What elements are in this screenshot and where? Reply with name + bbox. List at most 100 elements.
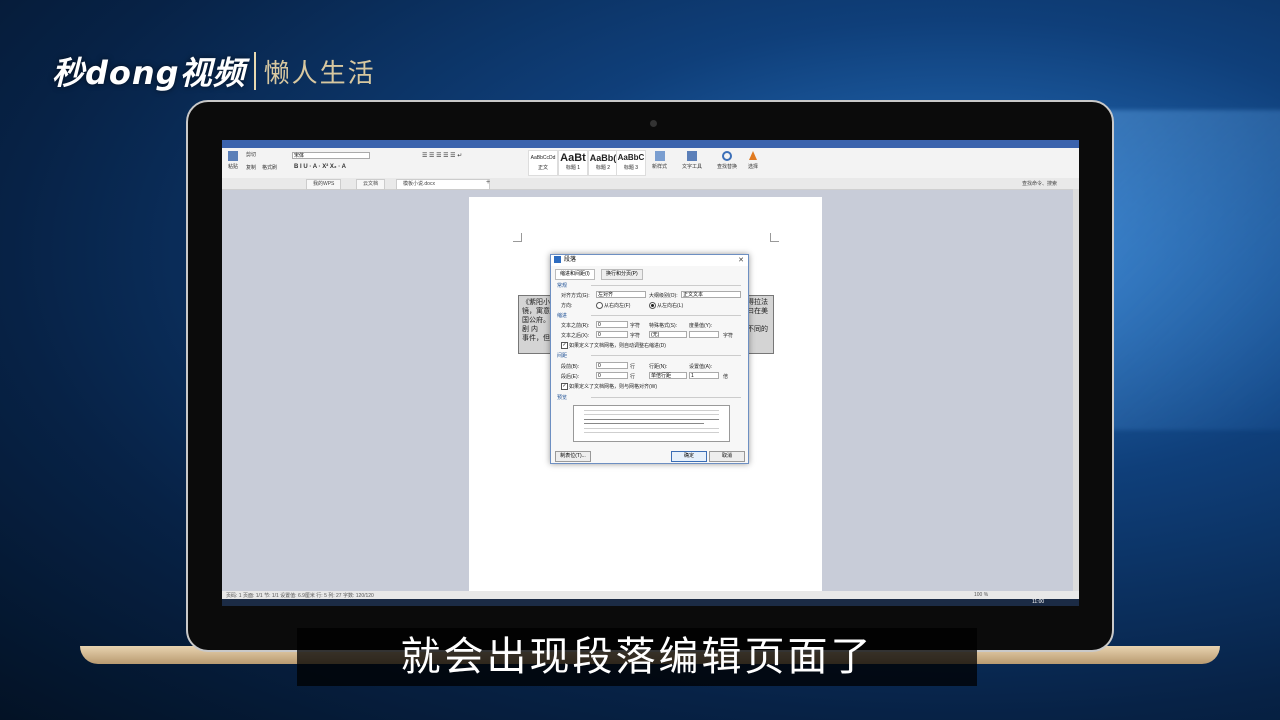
tabs-button[interactable]: 制表位(T)...: [555, 451, 591, 462]
find-replace-button[interactable]: 查找替换: [717, 151, 737, 170]
background-glow: [1090, 110, 1280, 430]
cut-button[interactable]: 剪切: [246, 151, 256, 158]
line-spacing-label: 行距(N):: [649, 364, 668, 370]
text-tools-button[interactable]: 文字工具: [682, 151, 702, 170]
unit-line[interactable]: 行: [630, 373, 635, 380]
section-preview: 预览: [557, 395, 568, 401]
outline-level-label: 大纲级别(O):: [649, 293, 678, 299]
style-name: 正文: [537, 165, 548, 171]
new-style-label: 新样式: [652, 164, 668, 170]
measure-label: 度量值(Y):: [689, 323, 713, 329]
paste-button[interactable]: 粘贴: [228, 151, 238, 170]
wps-app-icon: [554, 255, 561, 263]
status-bar: 页码: 1 页面: 1/1 节: 1/1 设置值: 6.9厘米 行: 5 列: …: [222, 591, 1079, 599]
dialog-title: 段落: [564, 257, 577, 263]
divider: [591, 285, 741, 286]
style-heading-3[interactable]: AaBbC 标题 3: [616, 150, 646, 176]
unit-times: 倍: [723, 374, 729, 380]
textbox-line: 事件，但: [522, 335, 550, 342]
unit-char[interactable]: 字符: [630, 322, 640, 329]
set-value-input[interactable]: 1: [689, 372, 719, 379]
preview-line: [584, 414, 719, 415]
crop-mark: [513, 233, 522, 242]
style-name: 标题 2: [595, 165, 611, 171]
ribbon-toolbar: 粘贴 剪切 复制 格式刷 宋体 B I U · A · X² X₂ · A ☰ …: [222, 148, 1079, 179]
style-sample: AaBbCcDd: [530, 155, 556, 161]
snap-grid-checkbox[interactable]: ✓: [561, 383, 568, 390]
direction-label: 方向:: [561, 303, 573, 309]
style-heading-2[interactable]: AaBb( 标题 2: [588, 150, 618, 176]
brand-divider: [253, 52, 256, 90]
alignment-select[interactable]: 左对齐: [596, 291, 646, 298]
unit-char[interactable]: 字符: [630, 332, 640, 339]
ribbon-tab-bar[interactable]: [222, 140, 1079, 148]
add-tab-icon[interactable]: +: [486, 179, 490, 186]
style-sample: AaBbC: [617, 153, 645, 162]
auto-indent-checkbox[interactable]: ✓: [561, 342, 568, 349]
font-select[interactable]: 宋体: [292, 152, 370, 159]
ok-button[interactable]: 确定: [671, 451, 707, 462]
snap-grid-label: 如果定义了文档网格，则与网格对齐(W): [569, 384, 658, 390]
style-sample: AaBt: [560, 152, 586, 164]
style-normal[interactable]: AaBbCcDd 正文: [528, 150, 558, 176]
tab-line-page-break[interactable]: 换行和分页(P): [601, 269, 643, 280]
paragraph-preview: [573, 405, 730, 442]
unit-line[interactable]: 行: [630, 363, 635, 370]
paste-icon: [228, 151, 238, 161]
crop-mark: [770, 233, 779, 242]
preview-line: [584, 423, 704, 424]
style-name: 标题 3: [623, 165, 639, 171]
format-painter-button[interactable]: 格式刷: [262, 164, 277, 171]
cancel-button[interactable]: 取消: [709, 451, 745, 462]
set-value-label: 设置值(A):: [689, 364, 713, 370]
tab-active-document[interactable]: 模板小说.docx: [396, 179, 490, 190]
paragraph-buttons[interactable]: ☰ ☰ ☰ ☰ ☰ ↵: [422, 152, 462, 159]
divider: [591, 355, 741, 356]
find-replace-label: 查找替换: [717, 164, 738, 170]
auto-indent-label: 如果定义了文档网格，则自动调整右缩进(D): [569, 343, 666, 349]
after-text-input[interactable]: 0: [596, 331, 628, 338]
section-indent: 缩进: [557, 313, 568, 319]
brand-slogan: 懒人生活: [263, 58, 376, 89]
tab-my-wps[interactable]: 我的WPS: [306, 179, 342, 190]
before-text-input[interactable]: 0: [596, 321, 628, 328]
new-style-button[interactable]: 新样式: [652, 151, 667, 170]
measure-input[interactable]: [689, 331, 719, 338]
preview-line: [584, 428, 719, 429]
section-general: 常规: [557, 283, 568, 289]
select-button[interactable]: 选择: [748, 151, 758, 170]
after-paragraph-input[interactable]: 0: [596, 372, 628, 379]
preview-line: [584, 410, 719, 411]
search-command-field[interactable]: 查找命令、搜索: [1022, 180, 1057, 187]
tab-indent-spacing[interactable]: 缩进和间距(I): [555, 269, 595, 280]
tab-cloud-docs[interactable]: 云文档: [356, 179, 386, 190]
font-format-buttons[interactable]: B I U · A · X² X₂ · A: [294, 164, 346, 170]
text-tools-icon: [687, 151, 697, 161]
vertical-scrollbar[interactable]: [1073, 189, 1079, 591]
radio-ltr[interactable]: [649, 302, 656, 309]
unit-char[interactable]: 字符: [723, 332, 733, 339]
status-text: 页码: 1 页面: 1/1 节: 1/1 设置值: 6.9厘米 行: 5 列: …: [226, 593, 374, 599]
video-subtitle: 就会出现段落编辑页面了: [400, 634, 874, 680]
copy-button[interactable]: 复制: [246, 164, 256, 171]
close-icon[interactable]: ✕: [738, 255, 744, 266]
style-sample: AaBb(: [589, 153, 617, 163]
special-format-select[interactable]: (无): [649, 331, 687, 338]
outline-level-select[interactable]: 正文文本: [681, 291, 741, 298]
zoom-level[interactable]: 100 %: [974, 592, 988, 598]
cursor-icon: [749, 151, 757, 160]
before-paragraph-input[interactable]: 0: [596, 362, 628, 369]
section-spacing: 间距: [557, 353, 568, 359]
taskbar-clock: 11:00: [1032, 599, 1045, 605]
preview-line: [584, 432, 719, 433]
search-icon: [722, 151, 732, 161]
copy-label: 复制: [246, 165, 257, 171]
paragraph-dialog: 段落 ✕ 缩进和间距(I) 换行和分页(P) 常规 对齐方式(G): 左对齐 大…: [550, 254, 749, 464]
textbox-line: 曰在美: [747, 308, 768, 315]
style-heading-1[interactable]: AaBt 标题 1: [558, 150, 588, 176]
laptop-screen: 粘贴 剪切 复制 格式刷 宋体 B I U · A · X² X₂ · A ☰ …: [222, 140, 1079, 606]
before-text-label: 文本之前(R):: [561, 323, 590, 329]
radio-rtl[interactable]: [596, 302, 603, 309]
line-spacing-select[interactable]: 单倍行距: [649, 372, 687, 379]
divider: [591, 315, 741, 316]
